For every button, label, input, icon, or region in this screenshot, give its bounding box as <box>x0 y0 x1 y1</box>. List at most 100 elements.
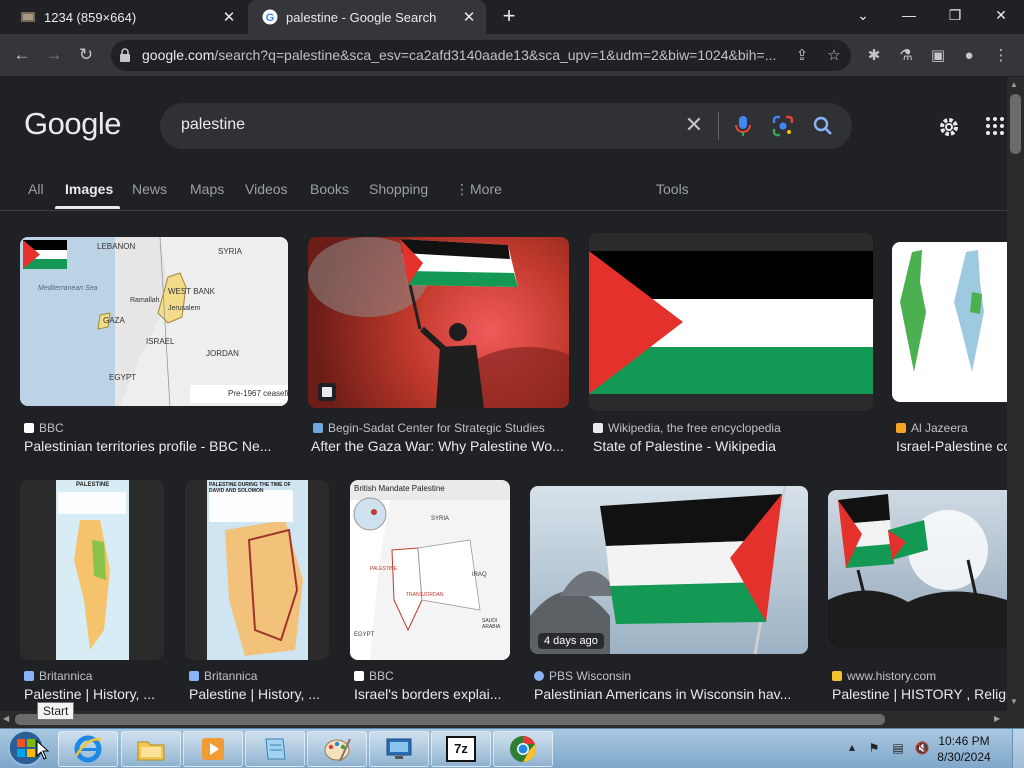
restore-icon[interactable]: ❐ <box>932 0 978 30</box>
profile-icon[interactable]: ● <box>958 44 980 66</box>
nav-tools[interactable]: Tools <box>656 181 689 197</box>
map-label: SAUDI ARABIA <box>482 618 501 630</box>
chrome-menu-icon[interactable]: ⋮ <box>990 44 1012 66</box>
result-title[interactable]: Palestine | History, ... <box>189 686 329 702</box>
result-title[interactable]: After the Gaza War: Why Palestine Wo... <box>311 438 569 454</box>
result-title[interactable]: Palestinian Americans in Wisconsin hav..… <box>534 686 808 702</box>
result-source[interactable]: Britannica <box>189 669 329 683</box>
paint-palette-icon <box>324 738 351 762</box>
show-hidden-icons-icon[interactable]: ▴ <box>844 740 860 756</box>
nav-maps[interactable]: Maps <box>190 181 224 197</box>
vertical-scrollbar[interactable] <box>1007 77 1024 711</box>
capitol-flag-photo <box>530 486 787 654</box>
extensions-puzzle-icon[interactable]: ✱ <box>863 44 885 66</box>
scroll-up-arrow-icon[interactable]: ▲ <box>1010 80 1018 89</box>
show-desktop-button[interactable] <box>1012 729 1024 768</box>
map-label: SYRIA <box>431 516 450 522</box>
result-title[interactable]: Israel-Palestine co <box>896 438 1007 454</box>
result-image-protester-flag[interactable] <box>308 237 569 408</box>
reload-icon[interactable]: ↻ <box>73 42 99 68</box>
network-icon[interactable]: ▤ <box>890 741 906 757</box>
clear-search-icon[interactable]: ✕ <box>682 114 706 138</box>
scroll-right-arrow-icon[interactable]: ▶ <box>994 714 1000 723</box>
history-favicon <box>832 671 842 681</box>
source-name: BBC <box>39 421 64 435</box>
scroll-left-arrow-icon[interactable]: ◀ <box>3 714 9 723</box>
result-source[interactable]: Britannica <box>24 669 164 683</box>
nav-books[interactable]: Books <box>310 181 349 197</box>
result-source[interactable]: BBC <box>354 669 510 683</box>
result-title[interactable]: Palestine | HISTORY , Religi <box>832 686 1007 702</box>
result-title[interactable]: Palestinian territories profile - BBC Ne… <box>24 438 286 454</box>
nav-videos[interactable]: Videos <box>245 181 288 197</box>
bookmark-star-icon[interactable]: ☆ <box>823 44 845 66</box>
result-source[interactable]: Al Jazeera <box>896 421 1007 435</box>
tab-search-chevron-icon[interactable]: ⌄ <box>840 0 886 30</box>
result-image-aljazeera-maps[interactable] <box>892 242 1007 402</box>
taskbar-paint[interactable] <box>307 731 367 767</box>
result-image-pbs-flag-capitol[interactable]: 4 days ago <box>530 486 808 654</box>
close-icon[interactable]: ✕ <box>218 8 240 26</box>
url-text[interactable]: google.com/search?q=palestine&sca_esv=ca… <box>142 47 782 63</box>
tab-title: palestine - Google Search <box>286 9 437 25</box>
forward-arrow-icon[interactable]: → <box>41 42 67 68</box>
taskbar-notepad[interactable] <box>245 731 305 767</box>
source-name: Britannica <box>39 669 93 683</box>
result-source[interactable]: www.history.com <box>832 669 1007 683</box>
result-title[interactable]: Palestine | History, ... <box>24 686 164 702</box>
search-icon[interactable] <box>812 115 834 137</box>
gear-icon[interactable] <box>937 115 961 139</box>
nav-news[interactable]: News <box>132 181 167 197</box>
result-image-bbc-map[interactable]: LEBANON SYRIA Mediterranean Sea WEST BAN… <box>20 237 288 406</box>
google-lens-icon[interactable] <box>772 115 794 137</box>
window-close-icon[interactable]: ✕ <box>978 0 1024 30</box>
nav-images[interactable]: Images <box>65 181 113 197</box>
tab-image[interactable]: 1234 (859×664) ✕ <box>6 0 246 34</box>
result-source[interactable]: PBS Wisconsin <box>534 669 808 683</box>
internet-explorer-icon <box>74 735 102 763</box>
taskbar-media-player[interactable] <box>183 731 243 767</box>
url-domain: google.com <box>142 47 215 63</box>
nav-more-dots-icon[interactable]: ⋮ <box>455 181 469 198</box>
result-image-wikipedia-flag[interactable] <box>589 233 873 411</box>
taskbar-chrome[interactable] <box>493 731 553 767</box>
back-arrow-icon[interactable]: ← <box>9 42 35 68</box>
system-clock[interactable]: 10:46 PM 8/30/2024 <box>930 733 998 765</box>
result-source[interactable]: Wikipedia, the free encyclopedia <box>593 421 853 435</box>
close-icon[interactable]: ✕ <box>458 8 480 26</box>
share-icon[interactable]: ⇪ <box>791 44 813 66</box>
result-title[interactable]: Israel's borders explai... <box>354 686 510 702</box>
result-image-britannica-map-2[interactable]: PALESTINE DURING THE TIME OF DAVID AND S… <box>185 480 329 660</box>
result-image-britannica-map-1[interactable]: PALESTINE <box>20 480 164 660</box>
taskbar-file-explorer[interactable] <box>121 731 181 767</box>
taskbar-internet-explorer[interactable] <box>58 731 118 767</box>
lock-icon[interactable] <box>119 48 131 62</box>
nav-shopping[interactable]: Shopping <box>369 181 428 197</box>
result-source[interactable]: Begin-Sadat Center for Strategic Studies <box>313 421 569 435</box>
nav-all[interactable]: All <box>28 181 44 197</box>
search-input[interactable]: palestine <box>181 116 245 134</box>
action-center-flag-icon[interactable]: ⚑ <box>866 741 882 757</box>
result-image-bbc-mandate-map[interactable]: British Mandate Palestine SYRIA PALESTIN… <box>350 480 510 660</box>
result-title[interactable]: State of Palestine - Wikipedia <box>593 438 853 454</box>
google-logo[interactable]: Google <box>24 106 121 142</box>
vertical-scroll-thumb[interactable] <box>1010 94 1021 154</box>
scroll-down-arrow-icon[interactable]: ▼ <box>1010 697 1018 706</box>
horizontal-scroll-thumb[interactable] <box>15 714 885 725</box>
britannica-favicon <box>24 671 34 681</box>
minimize-icon[interactable]: — <box>886 0 932 30</box>
google-apps-icon[interactable] <box>985 116 1005 136</box>
result-source[interactable]: BBC <box>24 421 284 435</box>
nav-more[interactable]: More <box>470 181 502 197</box>
microphone-icon[interactable] <box>733 114 753 138</box>
volume-muted-icon[interactable]: 🔇 <box>914 741 930 757</box>
side-panel-icon[interactable]: ▣ <box>927 44 949 66</box>
tab-google-search[interactable]: G palestine - Google Search ✕ <box>248 0 486 34</box>
result-image-history-crowd[interactable] <box>828 490 1007 648</box>
new-tab-icon[interactable]: + <box>496 4 522 30</box>
map-label: LEBANON <box>97 242 136 251</box>
taskbar-remote-desktop[interactable] <box>369 731 429 767</box>
flask-icon[interactable]: ⚗ <box>895 44 917 66</box>
taskbar-7zip[interactable]: 7z <box>431 731 491 767</box>
folder-icon <box>137 741 165 761</box>
